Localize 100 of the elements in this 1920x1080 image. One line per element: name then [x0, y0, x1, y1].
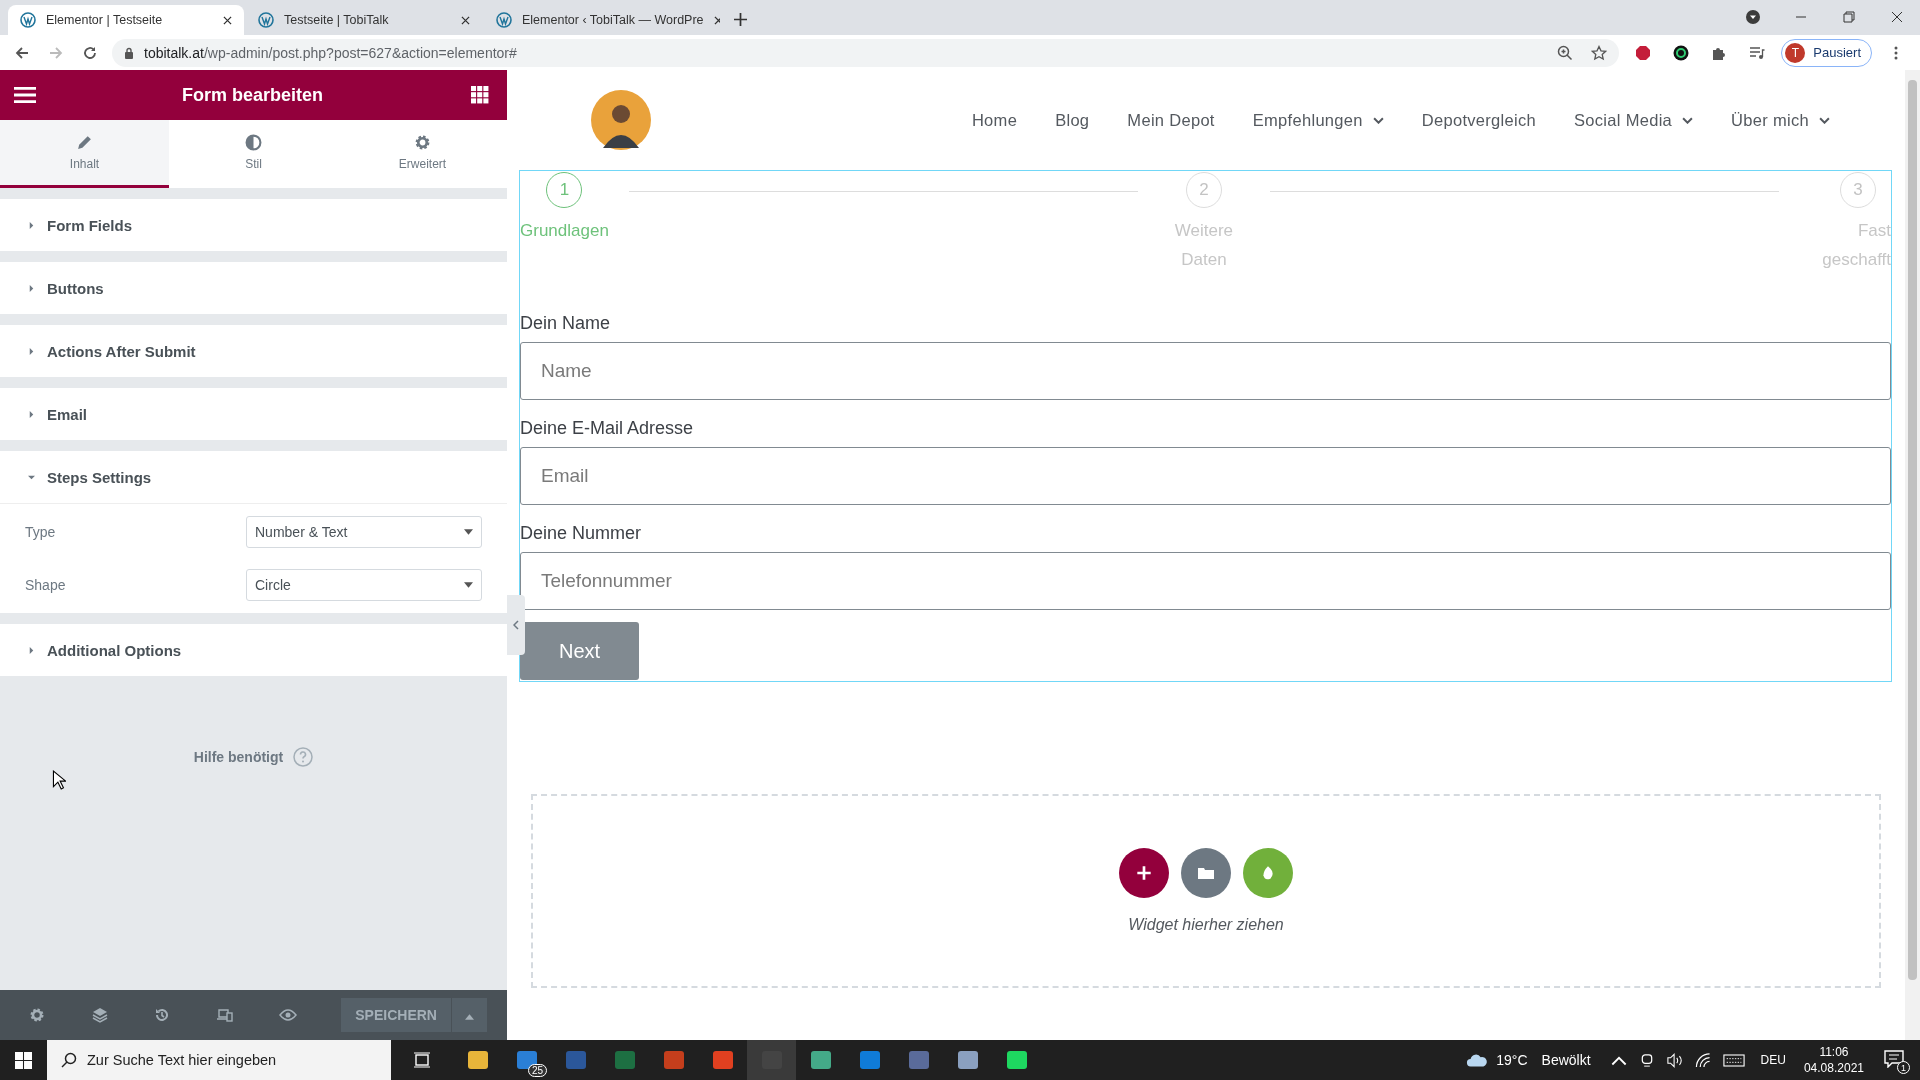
search-icon	[61, 1052, 77, 1068]
browser-tab[interactable]: Testseite | TobiTalk	[246, 5, 482, 35]
taskbar-search-field[interactable]: Zur Suche Text hier eingeben	[47, 1040, 391, 1080]
section-header[interactable]: Form Fields	[0, 199, 507, 251]
template-button[interactable]	[1181, 848, 1231, 898]
chevron-left-icon	[513, 620, 519, 630]
nav-link[interactable]: Empfehlungen	[1252, 110, 1384, 130]
step-label: Weitere Daten	[1173, 220, 1235, 271]
plus-icon	[1136, 865, 1152, 881]
scrollbar[interactable]	[1905, 70, 1920, 1040]
zoom-icon[interactable]	[1557, 44, 1574, 61]
nav-link[interactable]: Blog	[1055, 110, 1090, 130]
panel-tab[interactable]: Inhalt	[0, 120, 169, 188]
menu-icon[interactable]	[14, 86, 36, 104]
clock-time[interactable]: 11:06	[1819, 1044, 1849, 1060]
cloud-icon[interactable]	[1466, 1052, 1489, 1068]
section-header[interactable]: Steps Settings	[0, 451, 507, 503]
app-icon[interactable]	[808, 1048, 833, 1072]
close-icon[interactable]	[713, 15, 720, 25]
panel-title: Form bearbeiten	[182, 84, 323, 106]
reload-icon[interactable]	[82, 44, 98, 61]
input-field[interactable]: Name	[520, 342, 1891, 400]
wordpress-logo-icon	[496, 12, 512, 28]
drop-hint: Widget hierher ziehen	[1128, 916, 1284, 934]
browser-tab[interactable]: Elementor ‹ TobiTalk — WordPre	[484, 5, 720, 35]
field-label: Deine Nummer	[520, 523, 643, 544]
chevron-icon	[1819, 116, 1830, 124]
select-field[interactable]: Number & Text	[246, 516, 482, 548]
mouse-pointer-icon	[52, 770, 66, 790]
caret-icon	[28, 646, 35, 654]
caret-icon	[28, 221, 35, 229]
eye-icon[interactable]	[278, 1007, 297, 1023]
avatar-logo[interactable]	[591, 90, 651, 150]
app-icon[interactable]	[465, 1048, 490, 1072]
layers-icon[interactable]	[90, 1007, 109, 1023]
keyboard-icon[interactable]	[1722, 1052, 1745, 1068]
step-label: Fast geschafft	[1821, 220, 1891, 271]
gear-icon	[414, 134, 431, 151]
help-link[interactable]: Hilfe benötigt	[193, 749, 284, 765]
chevron-icon	[1682, 116, 1694, 124]
windows-start-icon[interactable]	[15, 1051, 32, 1069]
section-header[interactable]: Email	[0, 388, 507, 440]
avatar-initial: T	[1785, 42, 1806, 63]
section-header[interactable]: Additional Options	[0, 624, 507, 676]
speaker-icon[interactable]	[1666, 1052, 1683, 1068]
wifi-icon[interactable]	[1694, 1052, 1711, 1068]
close-icon[interactable]	[1890, 10, 1904, 24]
circle-logo-icon[interactable]	[1673, 44, 1690, 61]
settings-icon[interactable]	[28, 1007, 46, 1023]
new-tab-icon[interactable]	[734, 13, 747, 26]
panel-tab[interactable]: Erweitert	[338, 120, 507, 188]
caret-icon	[464, 1014, 474, 1020]
field-label: Deine E-Mail Adresse	[520, 418, 695, 439]
caret-icon	[28, 473, 35, 481]
caret-icon	[28, 347, 35, 355]
clock-date[interactable]: 04.08.2021	[1803, 1060, 1864, 1076]
chevron-icon	[1372, 116, 1384, 124]
input-field[interactable]: Email	[520, 447, 1891, 505]
media-queue-icon[interactable]	[1749, 44, 1766, 61]
mail-count-badge: 25	[527, 1064, 547, 1077]
nav-link[interactable]: Depotvergleich	[1421, 110, 1537, 130]
stop-sign-icon[interactable]	[1635, 44, 1652, 61]
responsive-icon[interactable]	[215, 1007, 234, 1023]
nav-link[interactable]: Mein Depot	[1127, 110, 1215, 130]
language-indicator[interactable]: DEU	[1760, 1053, 1786, 1067]
restore-icon[interactable]	[1842, 10, 1856, 24]
notification-count: 1	[1897, 1061, 1910, 1074]
browser-tab[interactable]: Elementor | Testseite	[8, 5, 244, 35]
wordpress-logo-icon	[20, 12, 36, 28]
back-icon[interactable]	[14, 44, 30, 61]
add-section-button[interactable]	[1119, 848, 1169, 898]
select-field[interactable]: Circle	[246, 569, 482, 601]
field-label: Dein Name	[520, 313, 612, 334]
wordpress-logo-icon	[258, 12, 274, 28]
weather-text: Bewölkt	[1541, 1052, 1591, 1068]
section-header[interactable]: Buttons	[0, 262, 507, 314]
address-bar[interactable]: tobitalk.at/wp-admin/post.php?post=627&action=elementor#	[112, 38, 1620, 67]
setting-label: Shape	[25, 577, 66, 593]
nav-link[interactable]: Über mich	[1731, 110, 1830, 130]
folder-icon	[1198, 865, 1214, 881]
setting-label: Type	[25, 524, 56, 540]
half-circle-icon	[245, 134, 262, 151]
nav-link[interactable]: Home	[971, 110, 1018, 130]
grid-icon[interactable]	[469, 86, 491, 104]
close-icon[interactable]	[223, 15, 232, 25]
section-header[interactable]: Actions After Submit	[0, 325, 507, 377]
app-icon[interactable]	[955, 1048, 980, 1072]
tab-search-icon[interactable]	[1746, 10, 1760, 24]
task-view-icon[interactable]	[413, 1052, 431, 1068]
nav-link[interactable]: Social Media	[1574, 110, 1694, 130]
next-button[interactable]: Next	[520, 622, 639, 680]
step-label: Grundlagen	[520, 220, 609, 242]
caret-icon	[28, 284, 35, 292]
panel-tab[interactable]: Stil	[169, 120, 338, 188]
caret-icon	[28, 410, 35, 418]
close-icon[interactable]	[461, 15, 470, 25]
app-icon[interactable]	[1004, 1048, 1029, 1072]
caret-icon	[464, 529, 473, 535]
star-icon[interactable]	[1591, 44, 1608, 61]
input-field[interactable]: Telefonnummer	[520, 552, 1891, 610]
